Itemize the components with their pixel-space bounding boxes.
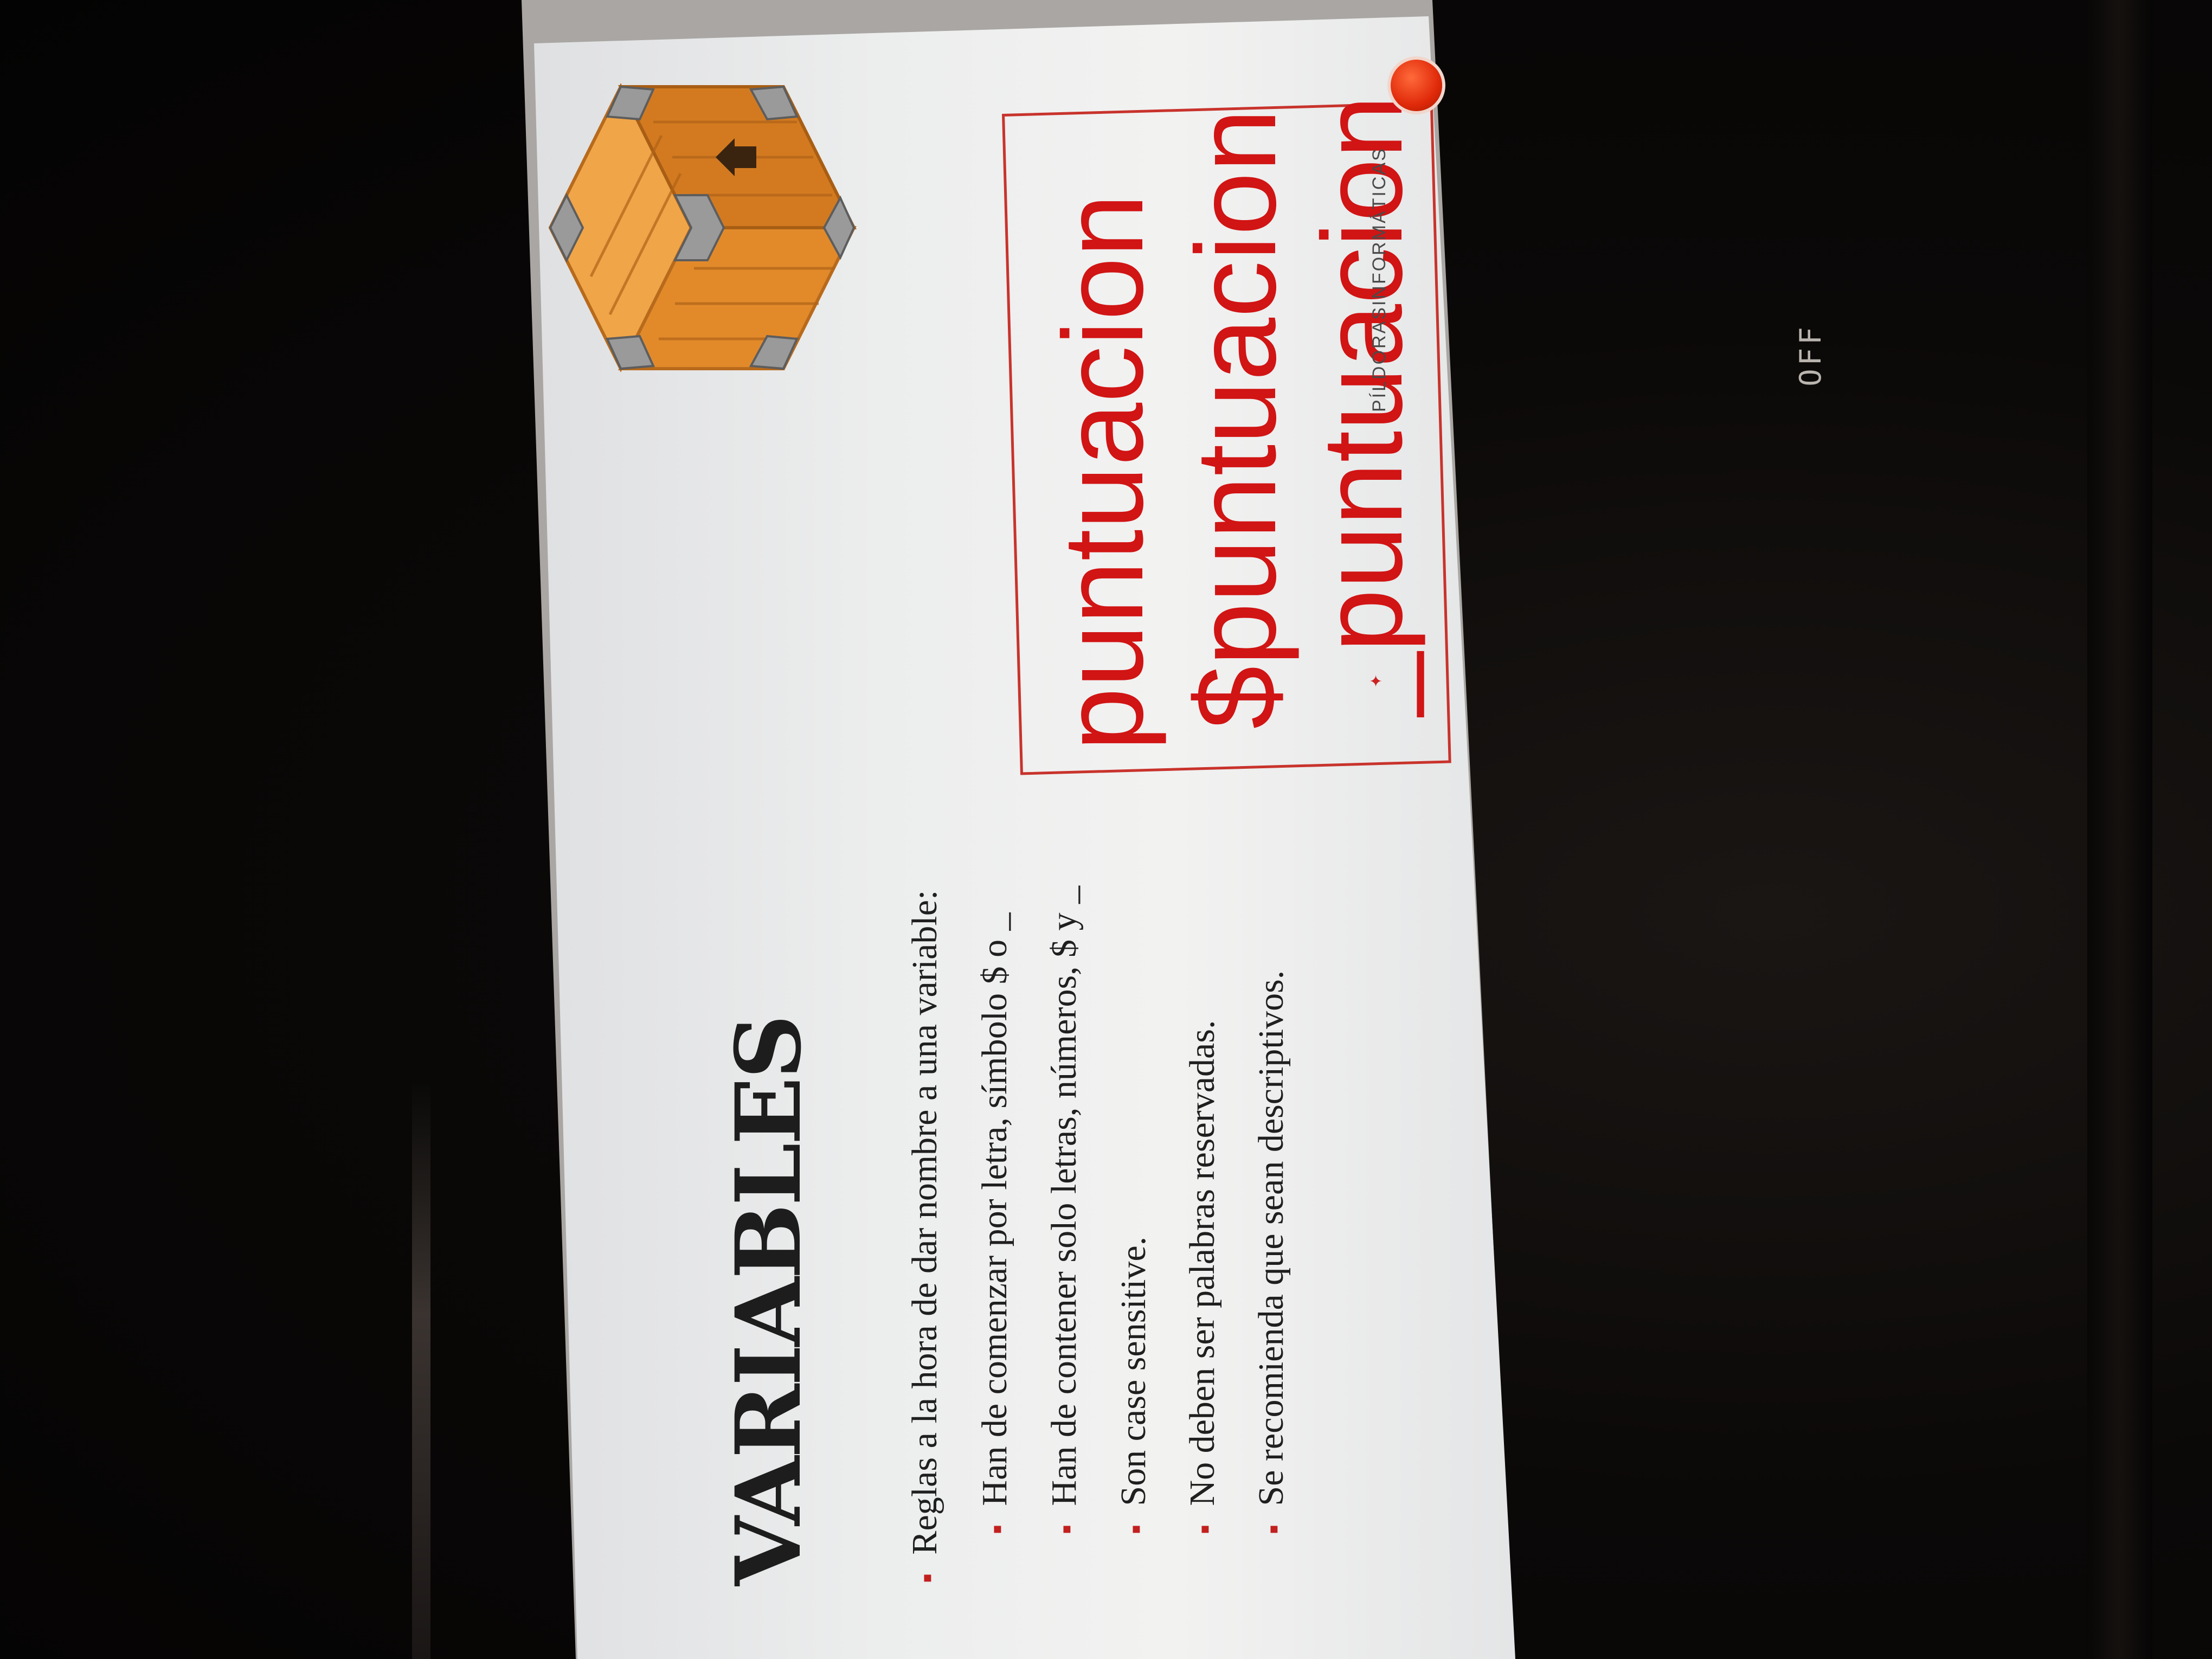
bullet-start-rule: ▪ Han de comenzar por letra, símbolo $ o … [974, 912, 1015, 1534]
sparkle-icon: ✦ [1369, 673, 1383, 691]
bullet-case-rule: ▪ Son case sensitive. [1113, 1237, 1154, 1534]
monitor-bezel [412, 1084, 430, 1659]
channel-logo-icon [1391, 60, 1442, 111]
example-identifier-plain: puntuacion [1039, 194, 1167, 751]
bullet-reserved-rule: ▪ No deben ser palabras reservadas. [1182, 1020, 1223, 1534]
bullet-text: No deben ser palabras reservadas. [1182, 1020, 1222, 1506]
bullet-text: Han de comenzar por letra, símbolo $ o _ [975, 912, 1014, 1506]
bullet-marker: ▪ [912, 1573, 943, 1583]
background-pole [2087, 0, 2152, 1659]
off-indicator-label: OFF [1793, 324, 1828, 387]
bullet-text: Han de contener solo letras, números, $ … [1044, 885, 1084, 1506]
bullet-marker: ▪ [1258, 1524, 1289, 1534]
bullet-text: Se recomienda que sean descriptivos. [1251, 970, 1291, 1506]
example-identifier-dollar: $puntuacion [1172, 108, 1300, 729]
bullet-characters-rule: ▪ Han de contener solo letras, números, $… [1044, 886, 1085, 1534]
channel-watermark: PÍLDORASINFORMÁTICAS [1369, 147, 1390, 412]
bullet-descriptive-rule: ▪ Se recomienda que sean descriptivos. [1251, 970, 1292, 1534]
bullet-marker: ▪ [982, 1524, 1013, 1534]
bullet-marker: ▪ [1121, 1524, 1152, 1534]
bullet-text: Son case sensitive. [1114, 1236, 1153, 1506]
slide-title: VARIABLES [716, 1017, 821, 1586]
bullet-rules-intro: ▪ Reglas a la hora de dar nombre a una va… [904, 890, 946, 1583]
bullet-marker: ▪ [1189, 1524, 1220, 1534]
wooden-crate-icon [548, 83, 857, 372]
bullet-text: Reglas a la hora de dar nombre a una var… [905, 890, 944, 1555]
bullet-marker: ▪ [1051, 1524, 1082, 1534]
example-identifier-underscore: _puntuacion [1298, 95, 1426, 716]
